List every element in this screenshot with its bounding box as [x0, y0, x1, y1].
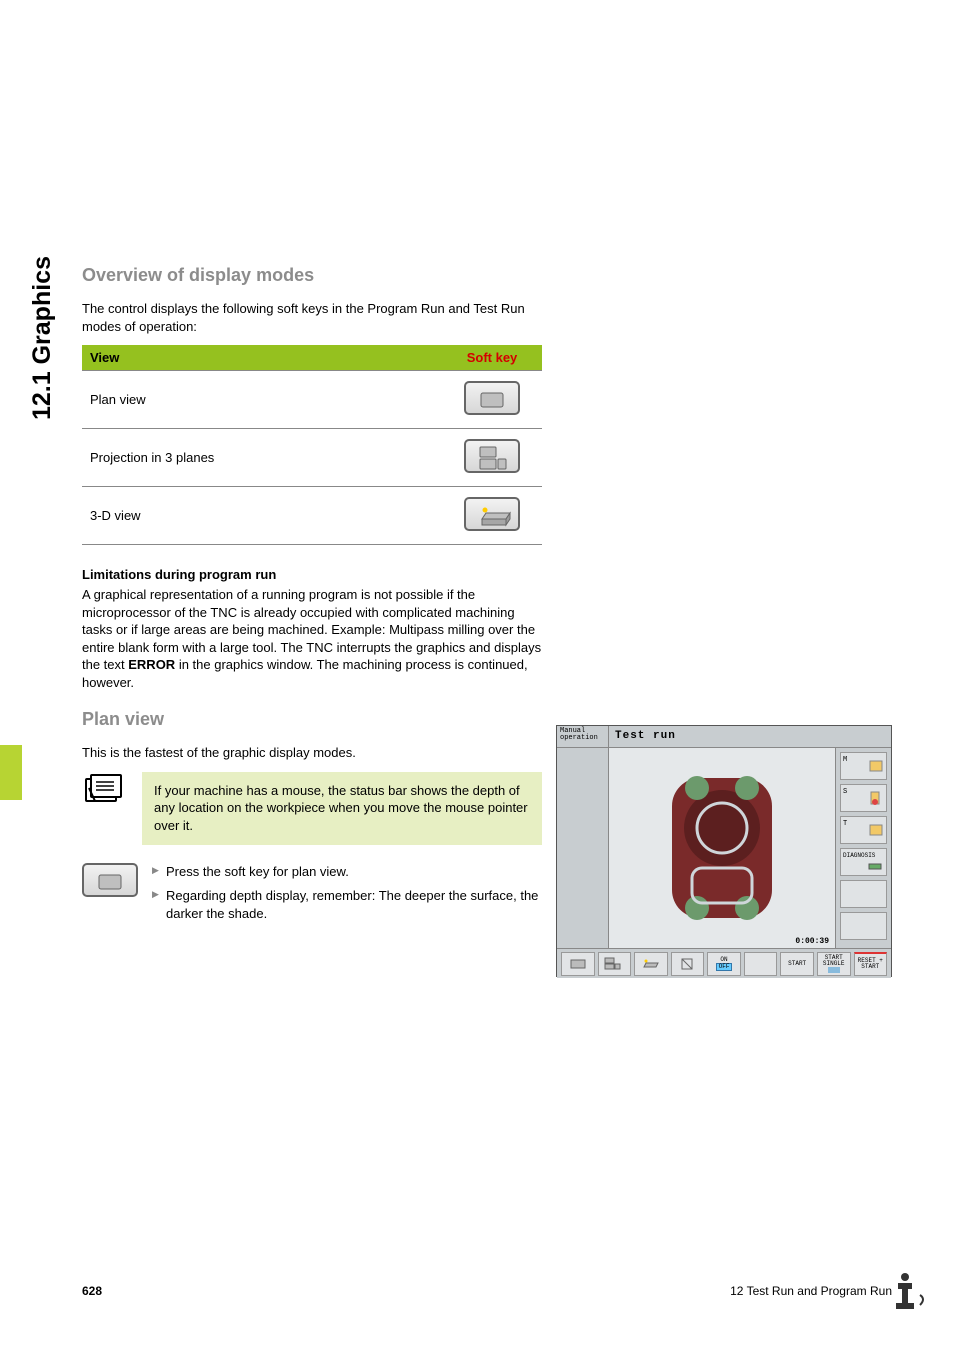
info-icon — [886, 1271, 924, 1318]
limitations-paragraph: A graphical representation of a running … — [82, 586, 542, 691]
table-row: Plan view — [82, 371, 542, 429]
col-header-view: View — [82, 345, 442, 371]
col-header-softkey: Soft key — [442, 345, 542, 371]
table-row: Projection in 3 planes — [82, 429, 542, 487]
sp-canvas: 0:00:39 — [609, 748, 835, 948]
step-item: Regarding depth display, remember: The d… — [152, 887, 542, 923]
note-block: If your machine has a mouse, the status … — [82, 772, 542, 845]
step-list: Press the soft key for plan view. Regard… — [152, 863, 542, 930]
side-btn-blank1[interactable] — [840, 880, 887, 908]
sk-start[interactable]: START — [780, 952, 814, 976]
softkey-plan-view-icon — [464, 381, 520, 415]
section-title-overview: Overview of display modes — [82, 265, 542, 286]
sk-onoff[interactable]: ON OFF — [707, 952, 741, 976]
note-icon — [82, 772, 128, 813]
cell-label: Projection in 3 planes — [82, 429, 442, 487]
side-btn-m-label: M — [843, 756, 847, 764]
cnc-screenshot: Manual operation Test run 0:00:39 M — [556, 725, 892, 977]
screen-title: Test run — [609, 726, 891, 748]
intro-paragraph: The control displays the following soft … — [82, 300, 542, 335]
step-row: Press the soft key for plan view. Regard… — [82, 863, 542, 930]
sk-reset-start[interactable]: RESET + START — [854, 952, 888, 976]
limitations-heading: Limitations during program run — [82, 567, 542, 582]
note-text: If your machine has a mouse, the status … — [142, 772, 542, 845]
side-btn-diagnosis[interactable]: DIAGNOSIS — [840, 848, 887, 876]
timer-value: 0:00:39 — [795, 937, 829, 946]
sp-left-col — [557, 748, 609, 948]
chapter-label: 12 Test Run and Program Run — [730, 1284, 892, 1298]
side-btn-s[interactable]: S — [840, 784, 887, 812]
page-number: 628 — [82, 1284, 102, 1298]
sk-plan-icon[interactable] — [561, 952, 595, 976]
softkey-3planes-icon — [464, 439, 520, 473]
sk-start-single[interactable]: START SINGLE — [817, 952, 851, 976]
view-table: View Soft key Plan view Projection in 3 … — [82, 345, 542, 545]
side-btn-diag-label: DIAGNOSIS — [843, 852, 875, 859]
side-btn-m[interactable]: M — [840, 752, 887, 780]
sk-blank[interactable] — [744, 952, 778, 976]
section-title-plan: Plan view — [82, 709, 542, 730]
sk-mag-icon[interactable] — [671, 952, 705, 976]
sk-start-single-label: START SINGLE — [819, 955, 849, 967]
cell-label: Plan view — [82, 371, 442, 429]
page-footer: 628 12 Test Run and Program Run — [82, 1284, 892, 1298]
table-row: 3-D view — [82, 487, 542, 545]
sk-reset-label: RESET + START — [856, 958, 886, 970]
side-btn-t-label: T — [843, 820, 847, 828]
sp-softkey-row: ON OFF START START SINGLE RESET + START — [557, 948, 891, 978]
softkey-3d-view-icon — [464, 497, 520, 531]
side-section-label: 12.1 Graphics — [28, 260, 57, 420]
mode-label: Manual operation — [557, 726, 609, 748]
sp-header: Manual operation Test run — [557, 726, 891, 748]
side-btn-blank2[interactable] — [840, 912, 887, 940]
side-btn-s-label: S — [843, 788, 847, 796]
sp-body: 0:00:39 M S T DIAGNOSIS — [557, 748, 891, 948]
cell-label: 3-D view — [82, 487, 442, 545]
sk-3planes-icon[interactable] — [598, 952, 632, 976]
sk-start-label: START — [788, 961, 806, 967]
sp-right-col: M S T DIAGNOSIS — [835, 748, 891, 948]
sk-3d-icon[interactable] — [634, 952, 668, 976]
error-text: ERROR — [128, 657, 175, 672]
step-softkey-icon — [82, 863, 152, 902]
side-btn-t[interactable]: T — [840, 816, 887, 844]
page-edge-tab — [0, 745, 22, 800]
step-item: Press the soft key for plan view. — [152, 863, 542, 881]
plan-intro: This is the fastest of the graphic displ… — [82, 744, 542, 762]
main-content: Overview of display modes The control di… — [82, 265, 542, 935]
sk-off-label: OFF — [716, 963, 733, 971]
